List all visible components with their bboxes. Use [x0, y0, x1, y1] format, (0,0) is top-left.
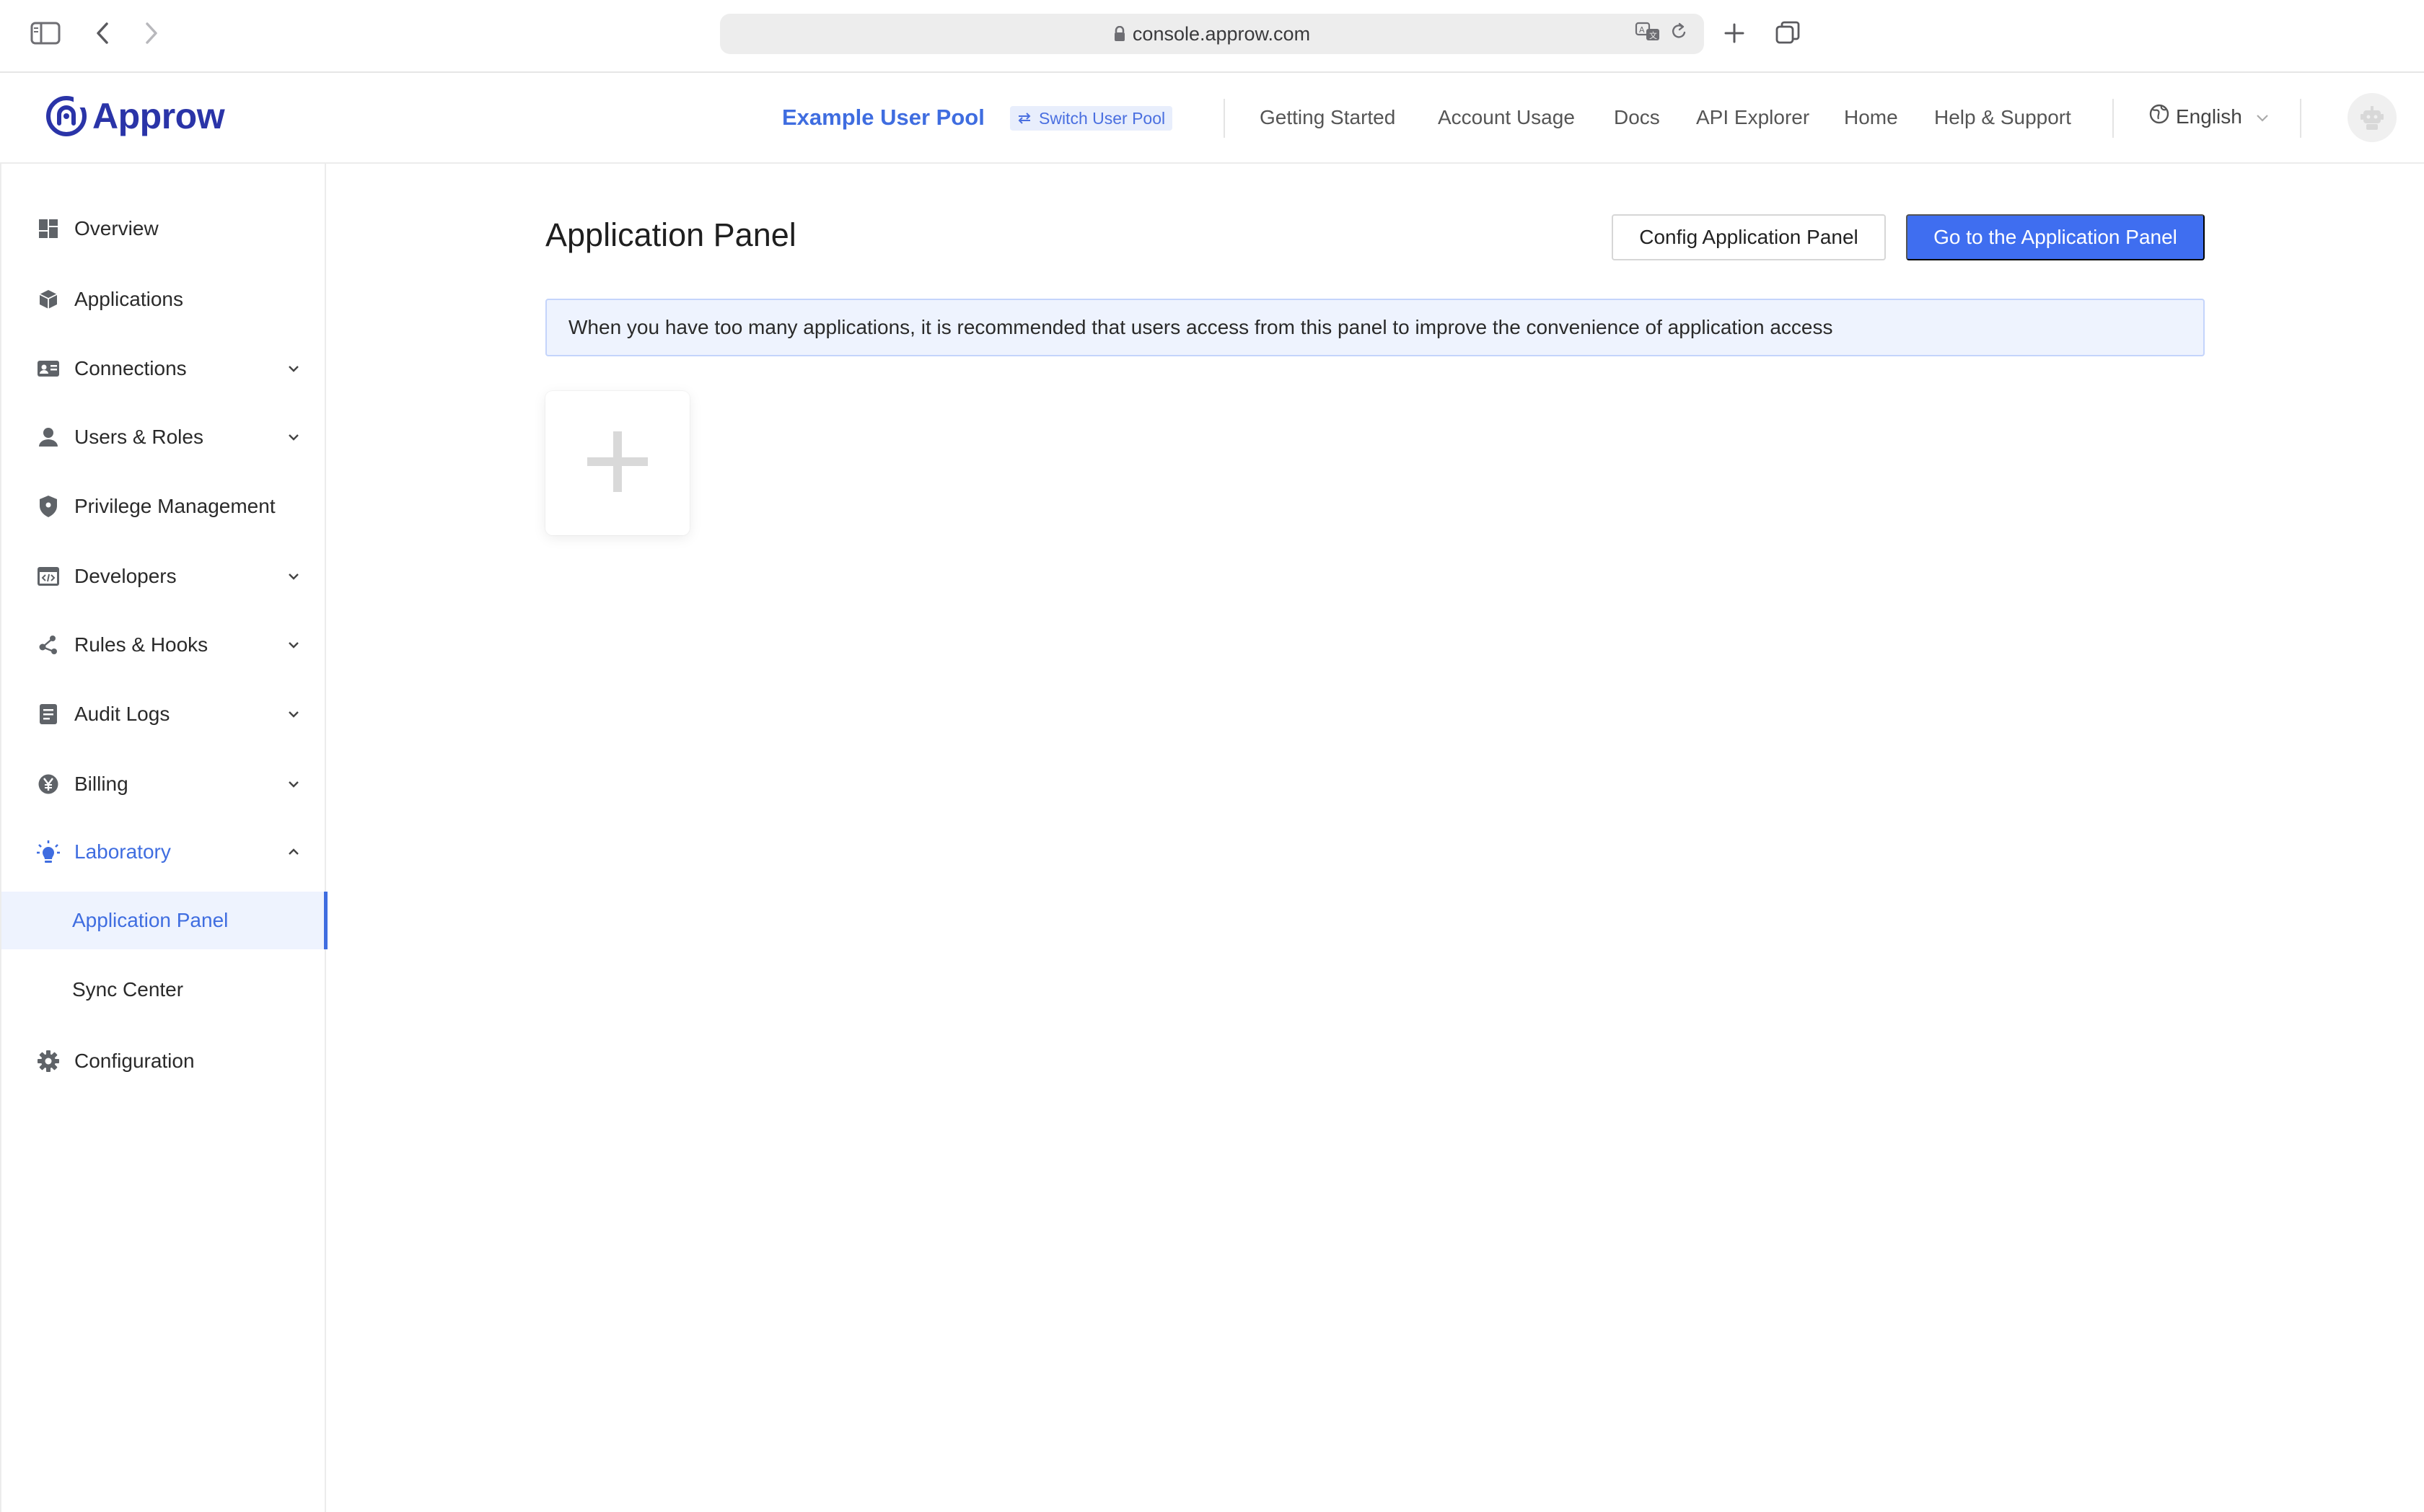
gear-icon: [36, 1049, 61, 1073]
chevron-down-icon: [286, 429, 302, 445]
new-tab-icon[interactable]: [1721, 16, 1747, 50]
sidebar-item-label: Privilege Management: [74, 495, 276, 517]
svg-text:A: A: [1639, 25, 1645, 35]
bulb-icon: [36, 840, 61, 864]
yen-icon: [36, 772, 61, 796]
header-divider: [1224, 99, 1225, 138]
browser-toolbar: console.approw.com A文: [0, 0, 2424, 73]
sidebar-item-laboratory[interactable]: Laboratory: [1, 823, 326, 881]
chevron-down-icon: [286, 706, 302, 722]
sidebar-item-developers[interactable]: Developers: [1, 548, 326, 605]
go-to-application-panel-button[interactable]: Go to the Application Panel: [1906, 214, 2205, 260]
switch-user-pool-label: Switch User Pool: [1039, 108, 1166, 128]
shield-icon: [36, 494, 61, 519]
sidebar-subitem-label: Sync Center: [72, 978, 184, 1001]
info-notice-text: When you have too many applications, it …: [568, 316, 1833, 338]
chevron-down-icon: [286, 568, 302, 584]
chevron-up-icon: [286, 844, 302, 860]
sidebar-item-configuration[interactable]: Configuration: [1, 1032, 326, 1090]
plus-icon: [585, 429, 650, 498]
sidebar-item-audit-logs[interactable]: Audit Logs: [1, 685, 326, 743]
reload-icon[interactable]: [1669, 22, 1688, 45]
sidebar-item-label: Developers: [74, 565, 177, 587]
svg-text:文: 文: [1649, 30, 1657, 40]
sidebar-toggle-icon[interactable]: [27, 16, 63, 50]
nav-help-support[interactable]: Help & Support: [1934, 106, 2071, 129]
chevron-down-icon: [286, 776, 302, 792]
sidebar-item-billing[interactable]: Billing: [1, 755, 326, 813]
nav-api-explorer[interactable]: API Explorer: [1696, 106, 1809, 129]
sidebar-subitem-application-panel[interactable]: Application Panel: [1, 892, 328, 949]
approw-logo-icon: [46, 96, 87, 136]
tabs-overview-icon[interactable]: [1773, 16, 1802, 50]
sidebar-item-label: Audit Logs: [74, 703, 170, 725]
sidebar-item-label: Configuration: [74, 1050, 195, 1072]
nav-getting-started[interactable]: Getting Started: [1260, 106, 1395, 129]
sidebar-item-label: Applications: [74, 288, 183, 310]
sidebar-item-connections[interactable]: Connections: [1, 340, 326, 397]
sidebar-item-users-roles[interactable]: Users & Roles: [1, 408, 326, 466]
page-title: Application Panel: [545, 216, 796, 253]
nav-account-usage[interactable]: Account Usage: [1438, 106, 1575, 129]
id-card-icon: [36, 356, 61, 381]
user-pool-name[interactable]: Example User Pool: [782, 105, 985, 131]
translate-icon[interactable]: A文: [1635, 21, 1661, 46]
app-header: Approw Example User Pool Switch User Poo…: [0, 73, 2424, 164]
nodes-icon: [36, 633, 61, 657]
sidebar-item-label: Laboratory: [74, 840, 171, 863]
avatar[interactable]: [2348, 93, 2397, 142]
document-icon: [36, 702, 61, 726]
sidebar-item-rules-hooks[interactable]: Rules & Hooks: [1, 616, 326, 674]
globe-icon: [2148, 103, 2170, 130]
approw-logo[interactable]: Approw: [45, 94, 225, 138]
switch-user-pool-button[interactable]: Switch User Pool: [1010, 106, 1173, 131]
info-notice: When you have too many applications, it …: [545, 299, 2205, 356]
dashboard-icon: [36, 216, 61, 241]
header-divider: [2112, 99, 2114, 138]
sidebar-item-applications[interactable]: Applications: [1, 271, 326, 328]
sidebar-item-privilege-management[interactable]: Privilege Management: [1, 478, 326, 535]
chevron-down-icon: [286, 637, 302, 653]
address-bar[interactable]: console.approw.com A文: [720, 14, 1704, 54]
back-icon[interactable]: [89, 16, 115, 50]
sidebar-item-label: Overview: [74, 217, 159, 239]
language-label: English: [2176, 105, 2242, 128]
language-selector[interactable]: English: [2148, 103, 2270, 130]
chevron-down-icon: [286, 361, 302, 377]
sidebar: Overview Applications Connections Users …: [0, 164, 328, 1512]
swap-icon: [1017, 109, 1032, 128]
sidebar-item-label: Connections: [74, 357, 187, 379]
sidebar-item-label: Rules & Hooks: [74, 633, 208, 656]
chevron-down-icon: [2255, 105, 2270, 128]
forward-icon[interactable]: [139, 16, 164, 50]
sidebar-subitem-label: Application Panel: [72, 909, 229, 931]
nav-home[interactable]: Home: [1844, 106, 1898, 129]
sidebar-item-overview[interactable]: Overview: [1, 200, 326, 258]
code-window-icon: [36, 564, 61, 589]
sidebar-item-label: Users & Roles: [74, 426, 203, 448]
user-icon: [36, 425, 61, 449]
sidebar-subitem-sync-center[interactable]: Sync Center: [1, 961, 326, 1019]
sidebar-item-label: Billing: [74, 773, 128, 795]
nav-docs[interactable]: Docs: [1614, 106, 1660, 129]
header-divider: [2300, 99, 2301, 138]
logo-text: Approw: [92, 96, 225, 136]
config-application-panel-button[interactable]: Config Application Panel: [1612, 214, 1886, 260]
cube-icon: [36, 287, 61, 312]
add-application-card[interactable]: [545, 391, 690, 535]
lock-icon: [1114, 25, 1125, 42]
url-text: console.approw.com: [1132, 22, 1311, 45]
